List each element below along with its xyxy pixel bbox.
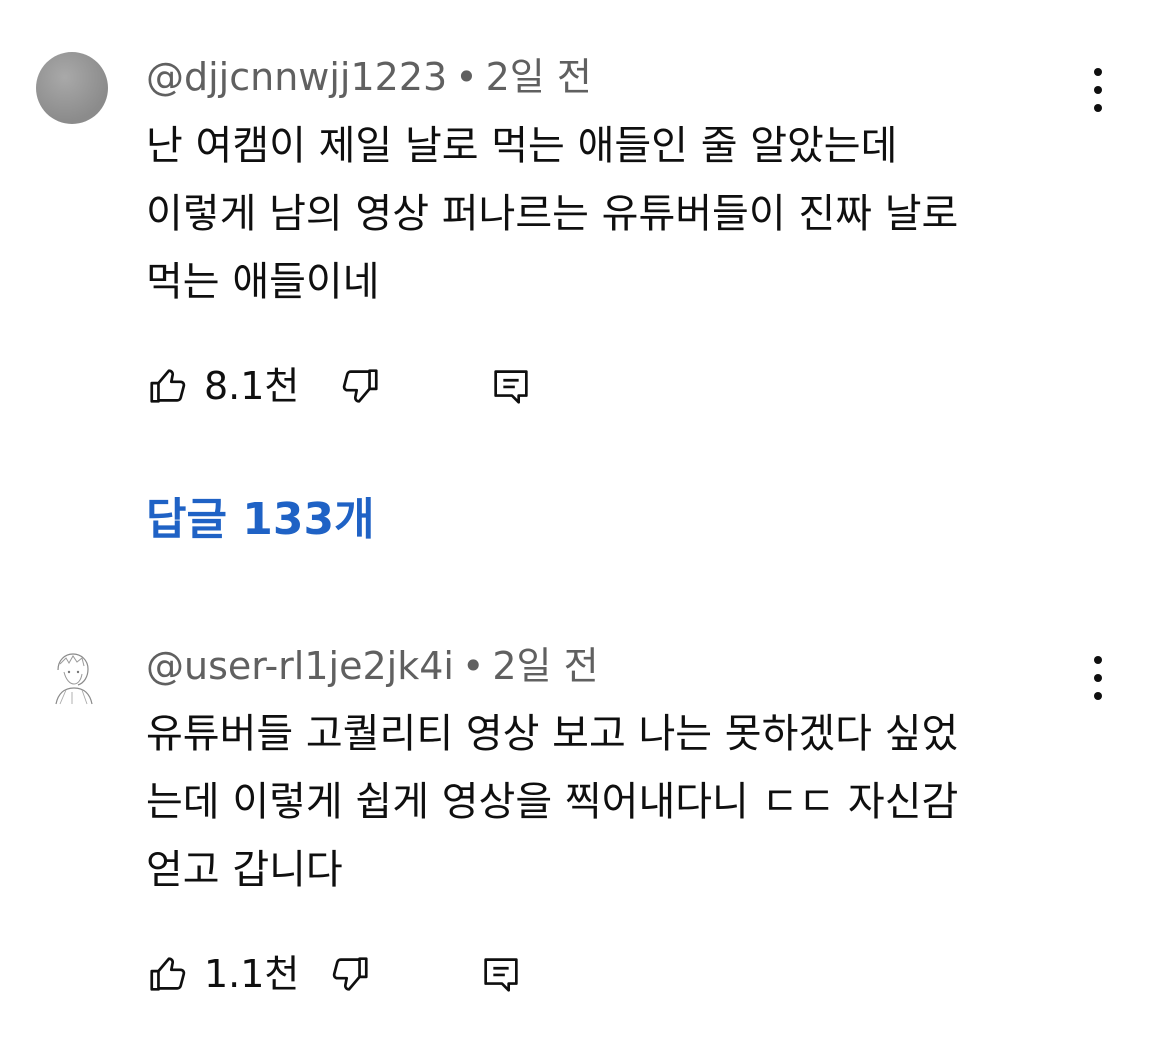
comment-meta: @user-rl1je2jk4i • 2일 전 <box>146 643 599 689</box>
like-button[interactable] <box>146 360 198 412</box>
comment-line: 이렇게 남의 영상 퍼나르는 유튜버들이 진짜 날로 <box>146 191 959 237</box>
dislike-button[interactable] <box>336 360 388 412</box>
comment-text: 유튜버들 고퀄리티 영상 보고 나는 못하겠다 싶었 는데 이렇게 쉽게 영상을… <box>146 700 958 904</box>
comment-line: 얻고 갑니다 <box>146 847 343 893</box>
thumbs-down-icon <box>342 369 378 403</box>
more-options-button[interactable] <box>1086 68 1110 112</box>
like-button[interactable] <box>146 948 198 1000</box>
comment-line: 는데 이렇게 쉽게 영상을 찍어내다니 ㄷㄷ 자신감 <box>146 779 959 825</box>
sketch-character-icon <box>55 653 93 705</box>
more-options-button[interactable] <box>1086 656 1110 700</box>
comment-time: 2일 전 <box>485 55 592 99</box>
comment-actions: 8.1천 <box>146 360 566 412</box>
comment-line: 먹는 애들이네 <box>146 259 380 305</box>
more-vert-icon-dot <box>1094 692 1102 700</box>
thumbs-up-icon <box>150 957 186 991</box>
dislike-button[interactable] <box>326 948 378 1000</box>
like-count: 8.1천 <box>204 364 300 408</box>
more-vert-icon-dot <box>1094 656 1102 664</box>
reply-button[interactable] <box>478 948 530 1000</box>
more-vert-icon-dot <box>1094 86 1102 94</box>
more-vert-icon-dot <box>1094 68 1102 76</box>
reply-comment-icon <box>484 958 518 992</box>
more-vert-icon-dot <box>1094 674 1102 682</box>
comment-time: 2일 전 <box>492 644 599 688</box>
avatar[interactable] <box>36 640 108 712</box>
thumbs-up-icon <box>150 369 186 403</box>
avatar[interactable] <box>36 52 108 124</box>
reply-comment-icon <box>494 370 528 404</box>
thumbs-down-icon <box>332 957 368 991</box>
meta-separator: • <box>461 644 485 688</box>
author-name[interactable]: @djjcnnwjj1223 <box>146 55 447 99</box>
author-name[interactable]: @user-rl1je2jk4i <box>146 644 454 688</box>
comment-actions: 1.1천 <box>146 948 566 1000</box>
comment-meta: @djjcnnwjj1223 • 2일 전 <box>146 54 592 100</box>
comment-text: 난 여캠이 제일 날로 먹는 애들인 줄 알았는데 이렇게 남의 영상 퍼나르는… <box>146 112 958 316</box>
reply-button[interactable] <box>488 360 540 412</box>
comment-line: 유튜버들 고퀄리티 영상 보고 나는 못하겠다 싶었 <box>146 711 959 757</box>
view-replies-link[interactable]: 답글 133개 <box>146 492 375 548</box>
comment-line: 난 여캠이 제일 날로 먹는 애들인 줄 알았는데 <box>146 123 898 169</box>
meta-separator: • <box>455 55 478 99</box>
more-vert-icon-dot <box>1094 104 1102 112</box>
like-count: 1.1천 <box>204 952 300 996</box>
